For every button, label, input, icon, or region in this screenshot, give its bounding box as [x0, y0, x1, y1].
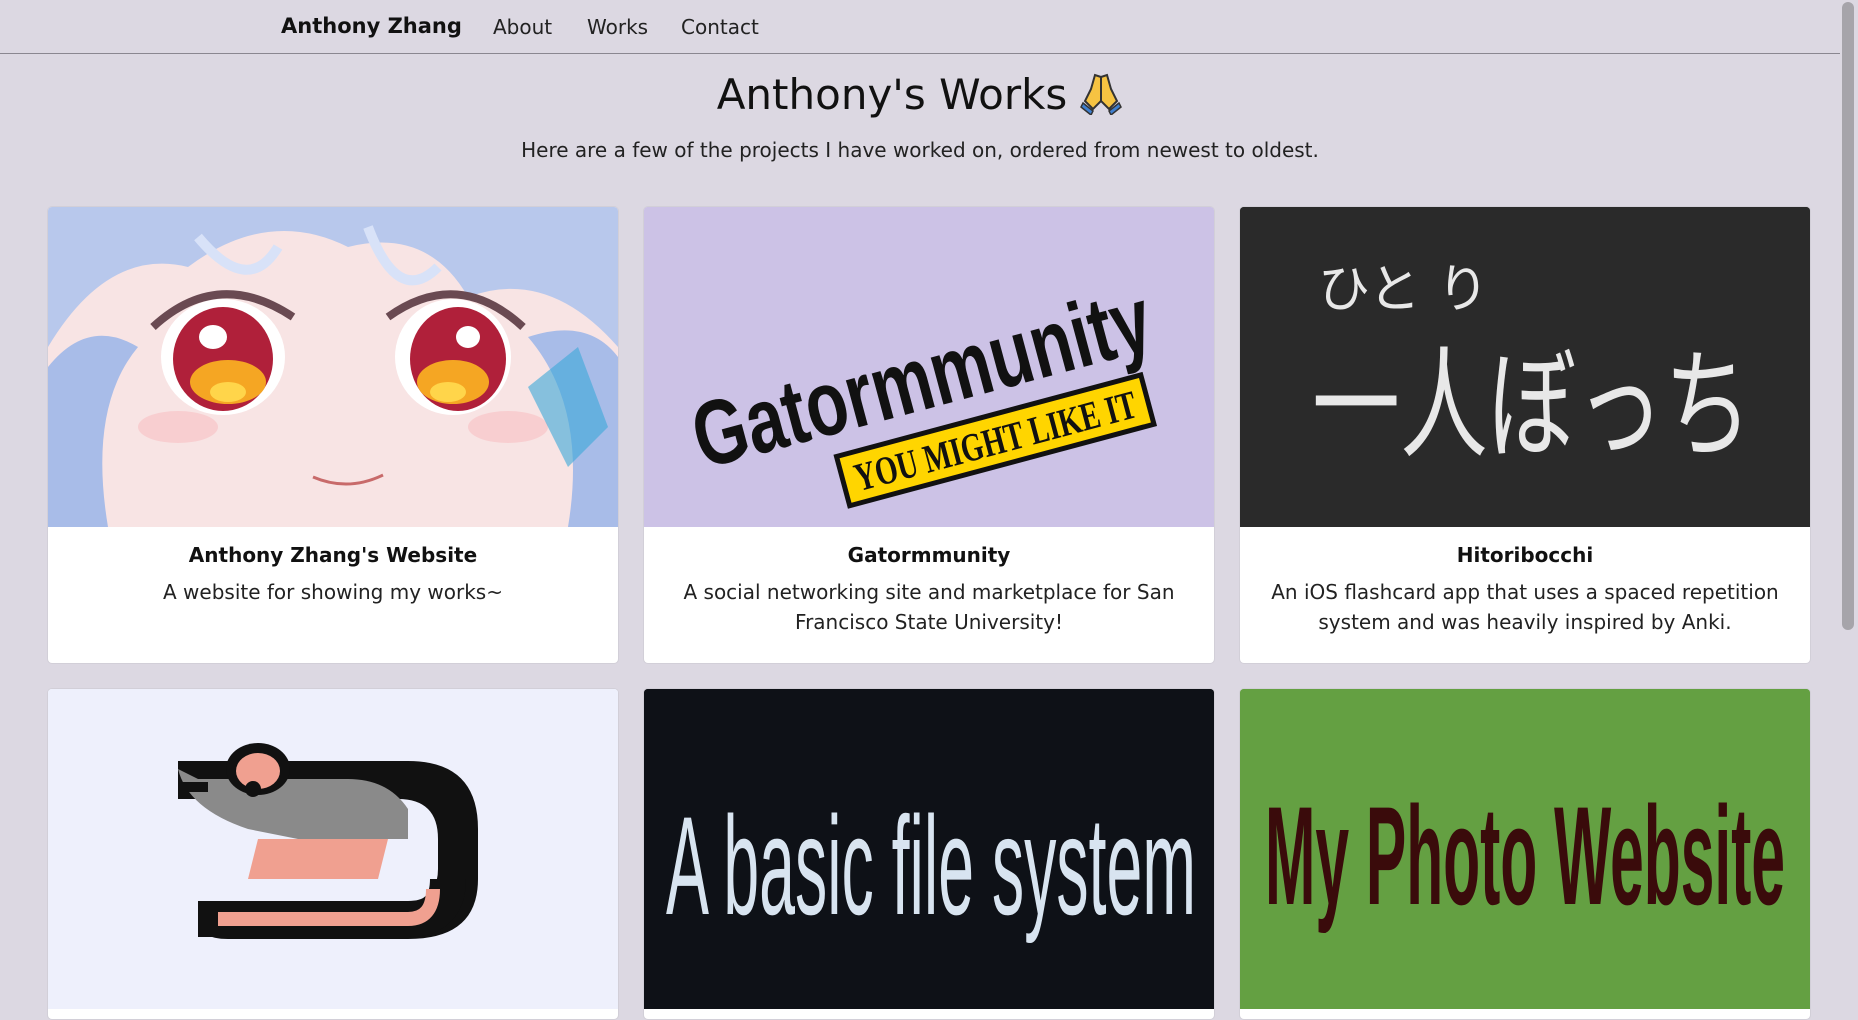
project-card-gatormmunity[interactable]: Gatormmunity YOU MIGHT LIKE IT Gatormmun…: [643, 206, 1215, 664]
card-image-hitoribocchi[interactable]: ひと り 一人ぼっち: [1240, 207, 1810, 527]
card-image-file-system[interactable]: A basic file system: [644, 689, 1214, 1009]
hitori-kanji: 一人ぼっち: [1312, 337, 1752, 476]
page-title-text: Anthony's Works: [716, 70, 1068, 119]
page-title: Anthony's Works: [0, 70, 1840, 125]
nav-link-works[interactable]: Works: [587, 15, 648, 39]
hitoribocchi-logo: ひと り 一人ぼっち: [1240, 207, 1810, 527]
card-text: A website for showing my works~: [163, 580, 503, 604]
folded-hands-icon: [1079, 71, 1123, 125]
file-system-logo: A basic file system: [644, 689, 1214, 1009]
gatormmunity-logo: Gatormmunity YOU MIGHT LIKE IT: [644, 207, 1214, 527]
scrollbar[interactable]: [1840, 0, 1858, 1009]
project-card-file-system[interactable]: A basic file system: [643, 688, 1215, 1020]
card-image-anime[interactable]: [48, 207, 618, 527]
page-subtitle: Here are a few of the projects I have wo…: [521, 138, 1319, 162]
card-text: An iOS flashcard app that uses a spaced …: [1271, 580, 1779, 634]
project-card-hitoribocchi[interactable]: ひと り 一人ぼっち Hitoribocchi An iOS flashcard…: [1239, 206, 1811, 664]
scrollbar-thumb[interactable]: [1842, 2, 1854, 630]
project-card-photo-website[interactable]: My Photo Website: [1239, 688, 1811, 1020]
card-text: A social networking site and marketplace…: [683, 580, 1175, 634]
file-system-text: A basic file system: [666, 787, 1196, 944]
anime-girl-face-illustration: [48, 207, 618, 527]
nav-link-about[interactable]: About: [493, 15, 552, 39]
card-image-rat[interactable]: [48, 689, 618, 1009]
rat-icon: [48, 689, 618, 1009]
card-title[interactable]: Gatormmunity: [672, 543, 1186, 567]
card-image-photo-website[interactable]: My Photo Website: [1240, 689, 1810, 1009]
card-title[interactable]: Anthony Zhang's Website: [76, 543, 590, 567]
project-card-rat[interactable]: [47, 688, 619, 1020]
card-title[interactable]: Hitoribocchi: [1268, 543, 1782, 567]
brand-link[interactable]: Anthony Zhang: [281, 14, 462, 38]
project-card-website[interactable]: Anthony Zhang's Website A website for sh…: [47, 206, 619, 664]
card-image-gatormmunity[interactable]: Gatormmunity YOU MIGHT LIKE IT: [644, 207, 1214, 527]
photo-website-logo: My Photo Website: [1240, 689, 1810, 1009]
hitori-furigana: ひと り: [1318, 260, 1489, 320]
photo-website-text: My Photo Website: [1265, 777, 1785, 934]
navbar: Anthony Zhang About Works Contact: [0, 0, 1840, 54]
nav-link-contact[interactable]: Contact: [681, 15, 759, 39]
